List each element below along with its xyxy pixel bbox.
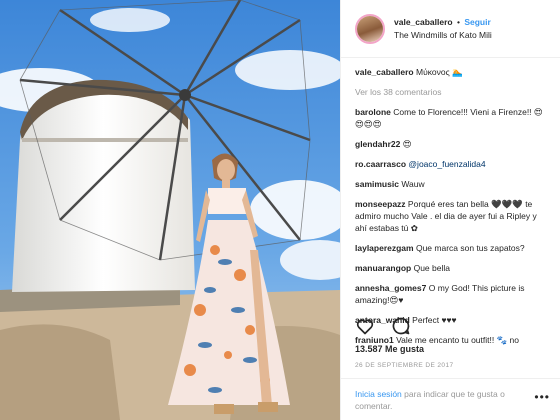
more-dots-icon[interactable]: •••	[534, 391, 550, 403]
comment-text: 😍	[402, 139, 412, 149]
comment-item: manuarangop Que bella	[355, 262, 550, 274]
comment-bubble-icon[interactable]	[391, 316, 411, 336]
comment-username[interactable]: manuarangop	[355, 263, 411, 273]
comment-username[interactable]: monseepazz	[355, 199, 406, 209]
post-actions	[355, 316, 411, 336]
comment-username[interactable]: glendahr22	[355, 139, 400, 149]
post-header: vale_caballero • Seguir The Windmills of…	[341, 0, 560, 58]
location-link[interactable]: The Windmills of Kato Mili	[394, 29, 492, 42]
comment-username[interactable]: laylaperezgam	[355, 243, 414, 253]
comment-username[interactable]: annesha_gomes7	[355, 283, 426, 293]
comment-text: Que marca son tus zapatos?	[415, 243, 525, 253]
view-all-comments-link[interactable]: Ver los 38 comentarios	[355, 86, 550, 98]
avatar[interactable]	[355, 13, 385, 44]
separator-dot: •	[456, 16, 460, 27]
caption: vale_caballero Μύκονος 🏊	[355, 66, 550, 78]
comment-username[interactable]: ro.caarrasco	[355, 159, 406, 169]
likes-count[interactable]: 13.587 Me gusta	[355, 344, 424, 354]
login-prompt: Inicia sesión para indicar que te gusta …	[341, 378, 560, 420]
comment-mention-link[interactable]: @joaco_fuenzalida4	[408, 159, 485, 169]
caption-text: Μύκονος 🏊	[415, 67, 463, 77]
header-text: vale_caballero • Seguir The Windmills of…	[394, 16, 492, 42]
post-date: 26 DE SEPTIEMBRE DE 2017	[355, 362, 454, 369]
comment-text: Perfect ♥♥♥	[412, 315, 457, 325]
comment-username[interactable]: samimusic	[355, 179, 399, 189]
login-link[interactable]: Inicia sesión	[355, 389, 402, 399]
username-link[interactable]: vale_caballero	[394, 17, 453, 27]
comment-item: ro.caarrasco @joaco_fuenzalida4	[355, 158, 550, 170]
comment-item: annesha_gomes7 O my God! This picture is…	[355, 282, 550, 306]
comment-text: Wauw	[401, 179, 425, 189]
comment-item: monseepazz Porqué eres tan bella 🖤🖤🖤 te …	[355, 198, 550, 234]
follow-button[interactable]: Seguir	[464, 17, 490, 27]
comment-text: Que bella	[413, 263, 450, 273]
comment-username[interactable]: barolone	[355, 107, 391, 117]
post-sidebar: vale_caballero • Seguir The Windmills of…	[340, 0, 560, 420]
comment-item: barolone Come to Florence!!! Vieni a Fir…	[355, 106, 550, 130]
post-photo[interactable]	[0, 0, 340, 420]
caption-username[interactable]: vale_caballero	[355, 67, 414, 77]
comment-item: laylaperezgam Que marca son tus zapatos?	[355, 242, 550, 254]
windmill-photo-illustration	[0, 0, 340, 420]
comments-list: vale_caballero Μύκονος 🏊 Ver los 38 come…	[341, 58, 560, 346]
heart-icon[interactable]	[355, 316, 375, 336]
comment-item: glendahr22 😍	[355, 138, 550, 150]
comment-item: samimusic Wauw	[355, 178, 550, 190]
